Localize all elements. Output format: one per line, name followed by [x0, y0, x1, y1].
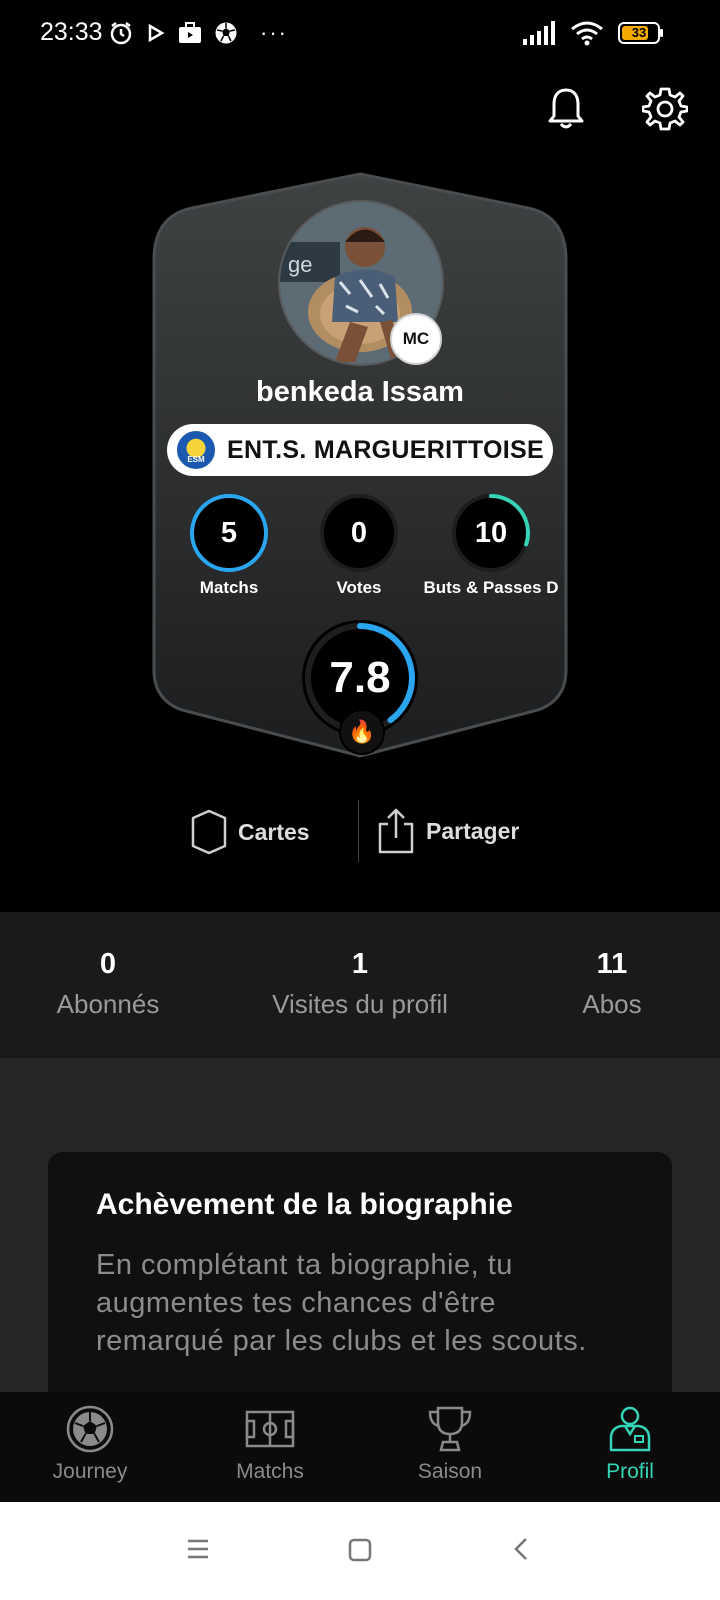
stat-value: 0 [350, 516, 368, 549]
back-icon[interactable] [512, 1536, 530, 1562]
menu-icon[interactable] [186, 1538, 210, 1560]
player-name: benkeda Issam [256, 376, 464, 408]
stat-value: 10 [474, 516, 508, 549]
nav-profil[interactable]: Profil [540, 1404, 720, 1484]
nav-journey[interactable]: Journey [0, 1404, 180, 1484]
profile-visits-stat[interactable]: 1 Visites du profil [240, 948, 480, 1020]
more-icon: ··· [260, 20, 288, 45]
club-pill[interactable]: ESM ENT.S. MARGUERITTOISE [167, 424, 553, 476]
cards-label: Cartes [238, 818, 310, 845]
share-button[interactable]: Partager [376, 806, 519, 856]
following-label: Abos [582, 989, 642, 1019]
card-icon [191, 809, 227, 855]
bottom-nav: Journey Matchs Saison Profil [0, 1392, 720, 1502]
player-icon [609, 1406, 651, 1452]
club-logo: ESM [177, 431, 215, 469]
nav-label: Profil [606, 1460, 654, 1483]
stat-value: 5 [220, 516, 238, 549]
pitch-icon [245, 1410, 295, 1448]
nav-label: Saison [417, 1460, 483, 1483]
play-icon [148, 23, 165, 43]
briefcase-icon [179, 22, 201, 43]
status-time: 23:33 [40, 18, 103, 46]
nav-label: Journey [52, 1460, 128, 1483]
gear-icon[interactable] [642, 86, 688, 132]
soccer-ball-icon [215, 22, 237, 44]
nav-saison[interactable]: Saison [360, 1404, 540, 1484]
nav-matchs[interactable]: Matchs [180, 1404, 360, 1484]
action-divider [358, 800, 359, 862]
trophy-icon [428, 1406, 472, 1452]
followers-count: 0 [99, 948, 117, 980]
share-icon [378, 808, 414, 854]
club-logo-text: ESM [187, 455, 205, 464]
profile-visits-count: 1 [351, 948, 369, 980]
stat-label: Buts & Passes D [423, 578, 559, 597]
share-label: Partager [426, 817, 520, 844]
signal-icon [523, 21, 555, 45]
alarm-icon [110, 22, 132, 45]
following-stat[interactable]: 11 Abos [492, 948, 720, 1020]
social-stats: 0 Abonnés 1 Visites du profil 11 Abos [0, 912, 720, 1058]
biography-text: En complétant ta biographie, tu augmente… [96, 1249, 587, 1357]
profile-visits-label: Visites du profil [272, 989, 448, 1019]
svg-text:ge: ge [288, 252, 312, 277]
status-bar: 23:33 ··· 33 [0, 0, 720, 70]
club-name: ENT.S. MARGUERITTOISE [227, 435, 544, 464]
battery-icon: 33 [618, 22, 663, 44]
home-icon[interactable] [348, 1538, 372, 1562]
bell-icon[interactable] [546, 86, 586, 132]
nav-label: Matchs [236, 1460, 304, 1483]
soccer-ball-icon [66, 1405, 114, 1453]
fire-icon: 🔥 [339, 709, 385, 755]
system-nav [0, 1502, 720, 1600]
cards-button[interactable]: Cartes [190, 808, 310, 856]
status-icons-right: 33 [522, 20, 663, 46]
followers-label: Abonnés [56, 989, 160, 1019]
following-count: 11 [596, 948, 628, 980]
battery-level: 33 [631, 25, 647, 40]
wifi-icon [571, 21, 603, 46]
biography-title: Achèvement de la biographie [96, 1188, 513, 1221]
position-badge: MC [390, 313, 442, 365]
status-icons-left: ··· [108, 20, 288, 46]
followers-stat[interactable]: 0 Abonnés [0, 948, 228, 1020]
